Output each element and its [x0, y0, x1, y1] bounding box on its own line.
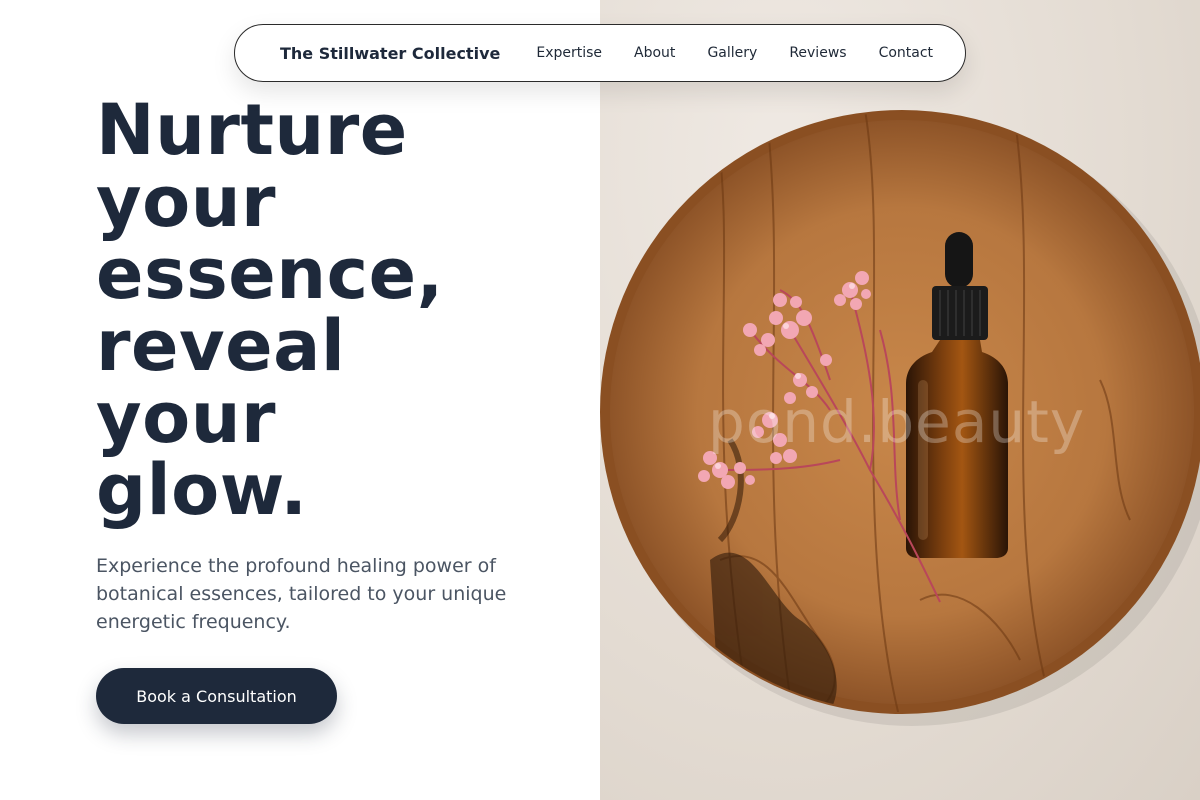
nav-link-about[interactable]: About [634, 45, 675, 61]
nav-link-gallery[interactable]: Gallery [707, 45, 757, 61]
headline-line: essence, [96, 233, 444, 315]
brand-name[interactable]: The Stillwater Collective [280, 44, 500, 63]
top-navigation: The Stillwater Collective Expertise Abou… [234, 24, 966, 82]
watermark-text: pond.beauty [708, 388, 1086, 456]
hero-headline: Nurture your essence, reveal your glow. [96, 94, 556, 526]
headline-line: Nurture [96, 89, 408, 171]
headline-line: glow. [96, 449, 308, 531]
book-consultation-button[interactable]: Book a Consultation [96, 668, 337, 724]
nav-links: Expertise About Gallery Reviews Contact [536, 45, 933, 61]
nav-link-contact[interactable]: Contact [879, 45, 933, 61]
headline-line: your [96, 161, 277, 243]
nav-link-expertise[interactable]: Expertise [536, 45, 602, 61]
headline-line: reveal [96, 305, 346, 387]
headline-line: your [96, 377, 277, 459]
hero-photo: pond.beauty [600, 0, 1200, 800]
nav-link-reviews[interactable]: Reviews [789, 45, 846, 61]
hero-subtext: Experience the profound healing power of… [96, 555, 507, 633]
